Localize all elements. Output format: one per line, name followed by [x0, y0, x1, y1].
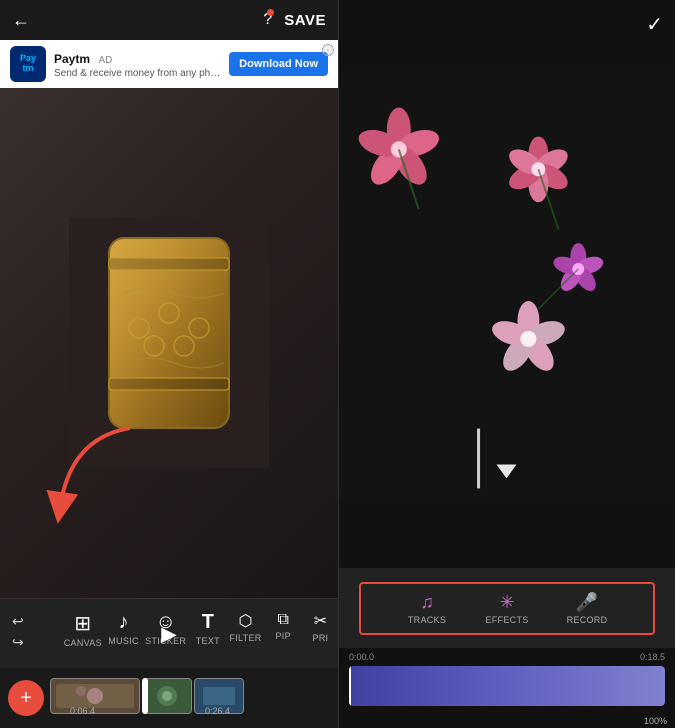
time-start: 0:00.0	[349, 652, 374, 662]
undo-button[interactable]: ↩	[8, 611, 28, 632]
toolbar: ↩ ↪ ▶ ⊞ CANVAS ♪ MUSIC ☺ STICKER T TEXT	[0, 598, 338, 668]
left-panel: ← ? SAVE Paytm Paytm AD Send & receive m…	[0, 0, 338, 728]
ad-info: Paytm AD Send & receive money from any p…	[46, 50, 229, 79]
video-preview-left	[0, 88, 338, 598]
timeline-ruler: 0:00.0 0:18.5	[339, 648, 675, 662]
record-label: RECORD	[567, 615, 608, 625]
text-icon: T	[202, 611, 214, 634]
play-button[interactable]: ▶	[161, 621, 176, 646]
clip-trim-handle[interactable]	[142, 678, 148, 714]
back-button[interactable]: ←	[12, 10, 30, 31]
timeline-track: 0:06.4 0:26.4	[50, 678, 338, 718]
tool-items: ⊞ CANVAS ♪ MUSIC ☺ STICKER T TEXT ⬡ FILT…	[62, 609, 338, 650]
ad-info-icon[interactable]: ⓘ	[322, 44, 334, 56]
timeline-cursor[interactable]	[349, 666, 351, 706]
save-button[interactable]: SAVE	[284, 12, 326, 29]
ad-description: Send & receive money from any phone ...	[54, 68, 221, 79]
time-marker-1: 0:06.4	[70, 706, 95, 716]
music-icon: ♪	[119, 611, 129, 634]
clip-2[interactable]	[142, 678, 192, 714]
filter-icon: ⬡	[239, 611, 253, 631]
tool-text[interactable]: T TEXT	[190, 609, 225, 650]
pip-label: PIP	[275, 631, 290, 641]
time-marker-2: 0:26.4	[205, 706, 230, 716]
canvas-icon: ⊞	[74, 611, 91, 636]
help-button[interactable]: ?	[263, 11, 272, 29]
tracks-label: TRACKS	[408, 615, 446, 625]
tool-filter[interactable]: ⬡ FILTER	[227, 609, 263, 650]
tool-pip[interactable]: ⧉ PIP	[266, 609, 301, 650]
time-end: 0:18.5	[640, 652, 665, 662]
tool-effects[interactable]: ✳ EFFECTS	[482, 592, 532, 625]
brass-cup-svg	[69, 218, 269, 468]
tool-tracks[interactable]: ♫ TRACKS	[402, 592, 452, 625]
tool-record[interactable]: 🎤 RECORD	[562, 592, 612, 625]
tracks-icon: ♫	[420, 592, 434, 613]
right-timeline-track[interactable]	[349, 666, 665, 706]
tool-canvas[interactable]: ⊞ CANVAS	[62, 609, 104, 650]
notification-dot	[267, 9, 274, 16]
ad-tag: AD	[98, 55, 112, 66]
effects-label: EFFECTS	[485, 615, 528, 625]
redo-button[interactable]: ↪	[8, 632, 28, 653]
ad-brand-name: Paytm	[54, 52, 90, 66]
right-tools-row: ♫ TRACKS ✳ EFFECTS 🎤 RECORD	[359, 582, 655, 635]
tool-pri[interactable]: ✂ PRI	[303, 609, 338, 650]
effects-icon: ✳	[499, 592, 514, 613]
pri-label: PRI	[312, 633, 328, 643]
timeline-left: +	[0, 668, 338, 728]
ad-logo: Paytm	[10, 46, 46, 82]
checkmark-button[interactable]: ✓	[646, 12, 663, 37]
canvas-label: CANVAS	[64, 638, 102, 648]
top-bar: ← ? SAVE	[0, 0, 338, 40]
brass-cup-image	[0, 88, 338, 598]
filter-label: FILTER	[229, 633, 261, 643]
video-preview-right: ✓	[339, 0, 675, 568]
scissors-icon: ✂	[314, 611, 327, 631]
text-label: TEXT	[196, 636, 220, 646]
record-icon: 🎤	[576, 592, 598, 613]
add-clip-button[interactable]: +	[8, 680, 44, 716]
top-bar-right: ? SAVE	[263, 11, 326, 29]
ad-banner: Paytm Paytm AD Send & receive money from…	[0, 40, 338, 88]
ad-logo-text: Paytm	[20, 54, 36, 74]
tool-music[interactable]: ♪ MUSIC	[106, 609, 141, 650]
ad-cta-button[interactable]: Download Now	[229, 52, 328, 76]
right-toolbar: ♫ TRACKS ✳ EFFECTS 🎤 RECORD	[339, 568, 675, 648]
ad-brand-row: Paytm AD	[54, 50, 221, 68]
right-panel: ✓ ♫ TRACKS ✳ EFFECTS 🎤 RECORD 0:00.0 0:1…	[338, 0, 675, 728]
music-label: MUSIC	[108, 636, 139, 646]
timeline-fill	[349, 666, 665, 706]
clip-2-thumbnail	[143, 679, 191, 713]
flowers-preview-svg	[339, 69, 675, 499]
zoom-level: 100%	[644, 716, 667, 726]
right-timeline: 0:00.0 0:18.5 100%	[339, 648, 675, 728]
pip-icon: ⧉	[277, 611, 288, 629]
